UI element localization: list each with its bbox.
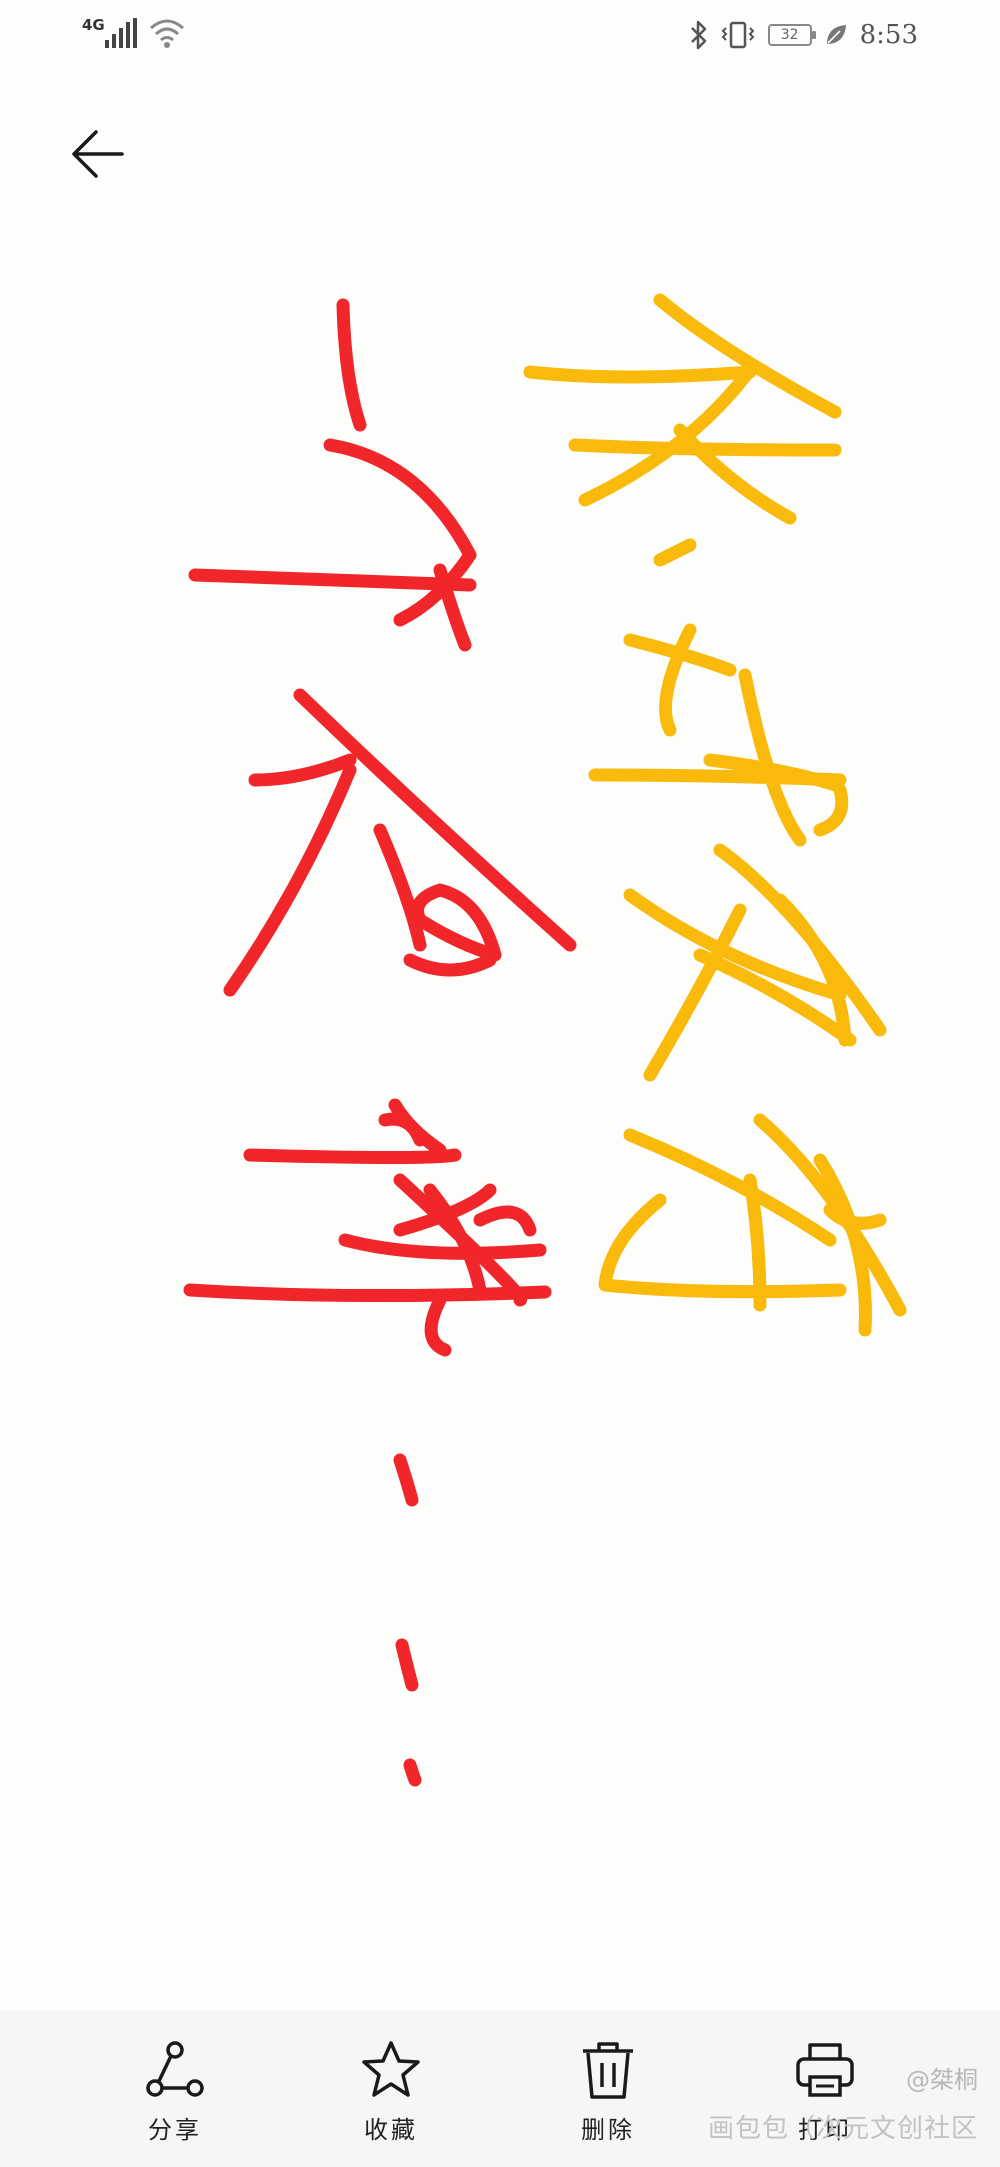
trash-icon [583, 2042, 633, 2099]
yellow-handwriting [523, 293, 907, 1337]
watermark-handle: @桀桐 [906, 2066, 978, 2094]
share-icon [146, 2041, 204, 2097]
arrow-left-icon [72, 130, 124, 178]
handwriting-image [183, 293, 907, 1787]
status-bar-left: 4G [82, 16, 185, 48]
star-icon [362, 2041, 420, 2097]
status-bar-right: 32 8:53 [690, 20, 918, 50]
leaf-icon [826, 25, 846, 44]
battery-indicator: 32 [767, 24, 816, 46]
back-button[interactable] [62, 118, 134, 190]
share-label: 分享 [148, 2116, 202, 2144]
delete-button[interactable]: 删除 [538, 2038, 678, 2158]
bluetooth-icon [690, 20, 706, 50]
favorite-label: 收藏 [364, 2116, 418, 2144]
watermark-site: 画包包（次元文创社区 [707, 2114, 978, 2144]
delete-label: 删除 [581, 2116, 635, 2144]
signal-icon [104, 18, 137, 48]
network-type: 4G [82, 16, 105, 34]
favorite-button[interactable]: 收藏 [321, 2038, 461, 2158]
share-button[interactable]: 分享 [105, 2038, 245, 2158]
printer-icon [796, 2043, 854, 2097]
status-time: 8:53 [859, 20, 918, 50]
battery-level: 32 [780, 27, 799, 43]
photo-viewer-screen: 4G 32 8:53 分享 收藏 删除 打印 @桀桐 画包包（次元文创社区 [0, 0, 1000, 2167]
status-bar: 4G 32 8:53 [0, 0, 1000, 75]
vibrate-icon [721, 21, 755, 49]
wifi-icon [149, 19, 184, 48]
red-handwriting [183, 298, 577, 1787]
image-view[interactable] [0, 200, 1000, 2000]
